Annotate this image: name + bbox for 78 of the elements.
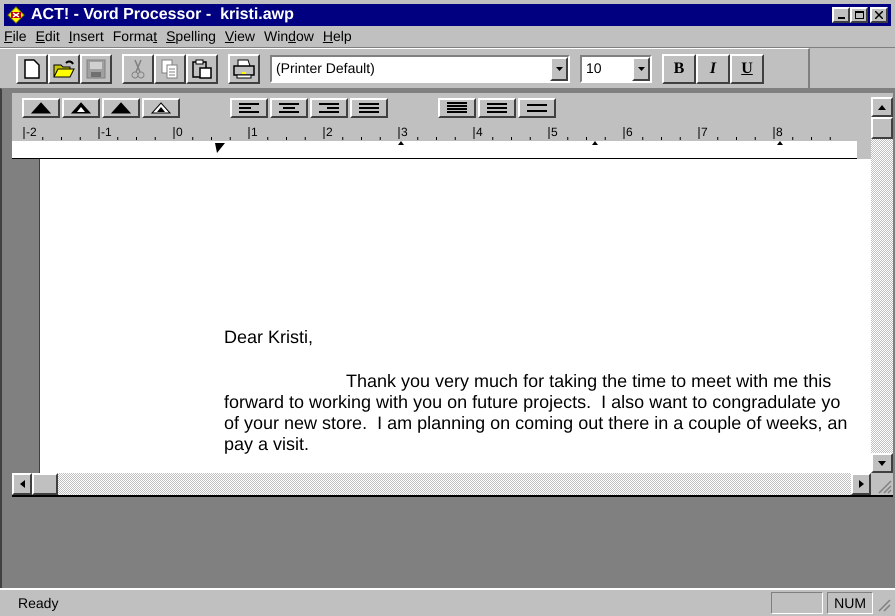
dropdown-button[interactable]: [550, 56, 568, 80]
minimize-button[interactable]: [832, 7, 850, 23]
scroll-thumb[interactable]: [32, 473, 58, 495]
font-combo[interactable]: (Printer Default): [270, 54, 570, 82]
app-logo-icon: [7, 6, 25, 24]
scroll-down-button[interactable]: [871, 453, 893, 473]
align-center-icon: [278, 102, 300, 114]
close-icon: [875, 11, 883, 19]
body-text-line: forward to working with you on future projects. I also want to congradulate yo: [224, 392, 840, 413]
blank-page-icon: [24, 58, 40, 78]
up-arrow-icon: [878, 104, 886, 110]
down-arrow-icon: [878, 460, 886, 466]
paragraph-button[interactable]: [270, 98, 308, 118]
ruler[interactable]: -2 -1 0 1 2 3 4 5 6 7 8: [12, 119, 857, 159]
toolbar-button[interactable]: [228, 54, 260, 84]
scissors-icon: [131, 58, 145, 78]
close-button[interactable]: [870, 7, 888, 23]
align-left-icon: [238, 102, 260, 114]
body-text-line: of your new store. I am planning on coming out there in a couple of weeks, an: [224, 413, 848, 434]
scroll-up-button[interactable]: [871, 97, 893, 117]
paragraph-button[interactable]: [62, 98, 100, 118]
menu-item[interactable]: Window: [264, 26, 314, 47]
caret-icon: [556, 66, 562, 70]
scroll-thumb[interactable]: [871, 117, 893, 139]
triangle-icon: [31, 102, 51, 114]
font-name: (Printer Default): [275, 59, 376, 78]
window-title: ACT! - Vord Processor - kristi.awp: [31, 5, 295, 25]
status-panel: [771, 592, 824, 614]
printer-icon: [233, 58, 255, 78]
greeting-line: Dear Kristi,: [224, 327, 314, 348]
single-spacing-icon: [446, 102, 468, 114]
style-button[interactable]: B: [662, 54, 696, 84]
menu-item[interactable]: Format: [112, 26, 158, 47]
maximize-icon: [854, 11, 864, 19]
paragraph-button[interactable]: [230, 98, 268, 118]
triangle-icon: [111, 102, 131, 114]
menu-item[interactable]: View: [224, 26, 256, 47]
paragraph-button[interactable]: [22, 98, 60, 118]
body-text-line: Thank you very much for taking the time to meet with me this: [346, 371, 832, 392]
caret-icon: [638, 66, 644, 70]
paragraph-button[interactable]: [438, 98, 476, 118]
menu-item[interactable]: Edit: [36, 26, 60, 47]
status-panel: NUM: [827, 592, 873, 614]
clipboard-icon: [192, 58, 212, 78]
scroll-right-button[interactable]: [851, 473, 871, 495]
paragraph-button[interactable]: [310, 98, 348, 118]
justify-icon: [358, 102, 380, 114]
line-spacing-icon: [486, 102, 508, 114]
maximize-button[interactable]: [850, 7, 868, 23]
style-button[interactable]: I: [696, 54, 730, 84]
copy-icon: [161, 58, 179, 78]
paragraph-button[interactable]: [350, 98, 388, 118]
align-right-icon: [318, 102, 340, 114]
toolbar-button[interactable]: [48, 54, 80, 84]
menu-item[interactable]: File: [4, 26, 27, 47]
toolbar-button[interactable]: [16, 54, 48, 84]
status-message: Ready: [17, 594, 60, 613]
size-combo[interactable]: 10: [580, 54, 652, 82]
right-arrow-icon: [858, 480, 864, 488]
paragraph-button[interactable]: [518, 98, 556, 118]
scroll-left-button[interactable]: [12, 473, 32, 495]
menu-item[interactable]: Insert: [68, 26, 104, 47]
body-text-line: pay a visit.: [224, 434, 310, 455]
style-button[interactable]: U: [730, 54, 764, 84]
menu-item[interactable]: Spelling: [166, 26, 216, 47]
paragraph-button[interactable]: [142, 98, 180, 118]
paragraph-button[interactable]: [478, 98, 516, 118]
triangle-icon: [71, 102, 91, 114]
folder-icon: [53, 60, 75, 78]
font-size: 10: [585, 59, 603, 78]
paragraph-button[interactable]: [102, 98, 140, 118]
outline-triangle-icon: [151, 102, 171, 114]
minimize-icon: [838, 17, 844, 19]
menu-item[interactable]: Help: [322, 26, 352, 47]
double-spacing-icon: [526, 102, 548, 114]
left-arrow-icon: [20, 480, 24, 488]
toolbar-button[interactable]: [186, 54, 218, 84]
dropdown-button[interactable]: [632, 56, 650, 80]
